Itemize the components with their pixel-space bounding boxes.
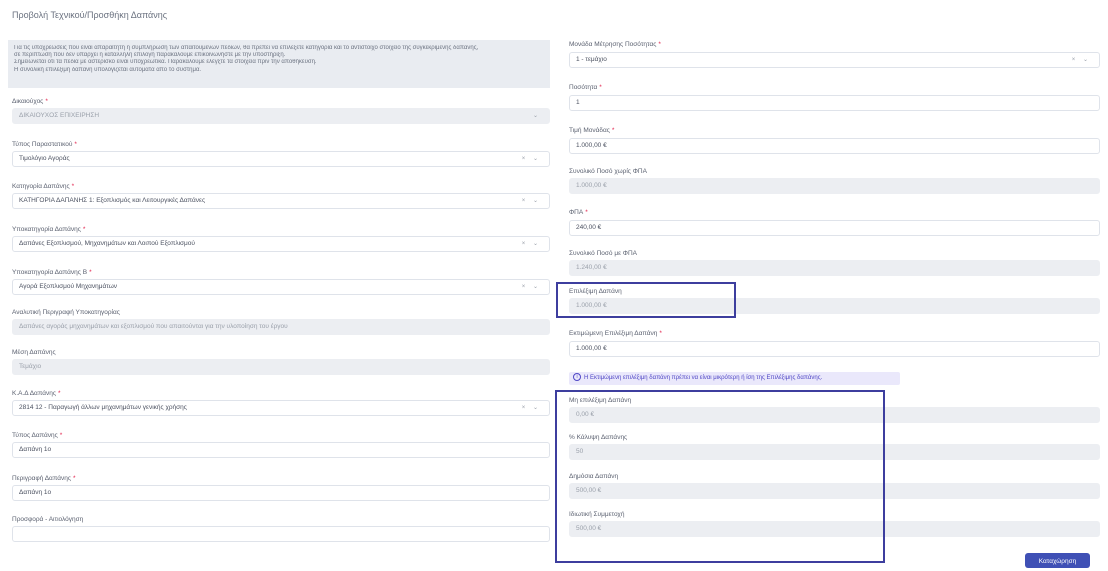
total-without-vat-field: 1.000,00 € bbox=[569, 178, 1100, 194]
clear-chevron-icon[interactable]: × ⌄ bbox=[522, 152, 541, 166]
expense-type-input[interactable]: Δαπάνη 1ο bbox=[12, 442, 550, 458]
document-type-label: Τύπος Παραστατικού * bbox=[12, 141, 77, 148]
notice-line: Η συνολική επιλέξιμη δαπάνη υπολογίζεται… bbox=[14, 66, 202, 73]
expense-unit-field: Τεμάχιο bbox=[12, 359, 550, 375]
unit-of-measure-label: Μονάδα Μέτρησης Ποσότητας * bbox=[569, 41, 661, 48]
document-type-select[interactable]: Τιμολόγιο Αγοράς × ⌄ bbox=[12, 151, 550, 167]
public-expense-field: 500,00 € bbox=[569, 483, 1100, 499]
kad-label: Κ.Α.Δ Δαπάνης * bbox=[12, 390, 61, 397]
coverage-percent-label: % Κάλυψη Δαπάνης bbox=[569, 434, 628, 441]
subcategory-description-field: Δαπάνες αγοράς μηχανημάτων και εξοπλισμο… bbox=[12, 319, 550, 335]
expense-description-input[interactable]: Δαπάνη 1ο bbox=[12, 485, 550, 501]
expense-subcategory-label: Υποκατηγορία Δαπάνης * bbox=[12, 226, 86, 233]
beneficiary-field: ΔΙΚΑΙΟΥΧΟΣ ΕΠΙΧΕΙΡΗΣΗ ⌄ bbox=[12, 108, 550, 124]
clear-chevron-icon[interactable]: × ⌄ bbox=[522, 237, 541, 251]
unit-price-input[interactable]: 1.000,00 € bbox=[569, 138, 1100, 154]
total-with-vat-label: Συνολικό Ποσό με ΦΠΑ bbox=[569, 250, 638, 257]
coverage-percent-field: 50 bbox=[569, 444, 1100, 460]
info-icon: i bbox=[573, 373, 581, 382]
non-eligible-label: Μη επιλέξιμη Δαπάνη bbox=[569, 397, 632, 404]
kad-select[interactable]: 2814 12 - Παραγωγή άλλων μηχανημάτων γεν… bbox=[12, 400, 550, 416]
total-without-vat-label: Συνολικό Ποσό χωρίς ΦΠΑ bbox=[569, 168, 647, 175]
eligible-expense-label: Επιλέξιμη Δαπάνη bbox=[569, 288, 622, 295]
clear-chevron-icon[interactable]: × ⌄ bbox=[1072, 53, 1091, 67]
expense-unit-label: Μέση Δαπάνης bbox=[12, 349, 56, 356]
vat-input[interactable]: 240,00 € bbox=[569, 220, 1100, 236]
subcategory-description-label: Αναλυτική Περιγραφή Υποκατηγορίας bbox=[12, 309, 120, 316]
notice-line: σε περίπτωση που δεν υπάρχει η κατάλληλη… bbox=[14, 52, 286, 59]
offer-justification-input[interactable] bbox=[12, 526, 550, 542]
notice-line: Για τις υποχρεώσεις που είναι απαραίτητη… bbox=[14, 45, 479, 51]
clear-chevron-icon[interactable]: × ⌄ bbox=[522, 401, 541, 415]
expense-subcategory-b-select[interactable]: Αγορά Εξοπλισμού Μηχανημάτων × ⌄ bbox=[12, 279, 550, 295]
expense-category-label: Κατηγορία Δαπάνης * bbox=[12, 183, 75, 190]
clear-chevron-icon[interactable]: × ⌄ bbox=[522, 280, 541, 294]
total-with-vat-field: 1.240,00 € bbox=[569, 260, 1100, 276]
private-contribution-label: Ιδιωτική Συμμετοχή bbox=[569, 511, 625, 518]
save-button[interactable]: Καταχώρηση bbox=[1025, 553, 1090, 568]
clear-chevron-icon[interactable]: × ⌄ bbox=[522, 194, 541, 208]
quantity-label: Ποσότητα * bbox=[569, 84, 602, 91]
expense-description-label: Περιγραφή Δαπάνης * bbox=[12, 475, 76, 482]
estimated-eligible-label: Εκτιμώμενη Επιλέξιμη Δαπάνη * bbox=[569, 330, 662, 337]
estimated-eligible-input[interactable]: 1.000,00 € bbox=[569, 341, 1100, 357]
expense-subcategory-b-label: Υποκατηγορία Δαπάνης Β * bbox=[12, 269, 92, 276]
unit-price-label: Τιμή Μονάδας * bbox=[569, 127, 615, 134]
public-expense-label: Δημόσια Δαπάνη bbox=[569, 473, 619, 480]
beneficiary-label: Δικαιούχος * bbox=[12, 98, 48, 105]
non-eligible-field: 0,00 € bbox=[569, 407, 1100, 423]
eligibility-info-banner: iΗ Εκτιμώμενη επιλέξιμη δαπάνη πρέπει να… bbox=[569, 372, 900, 385]
expense-subcategory-select[interactable]: Δαπάνες Εξοπλισμού, Μηχανημάτων και Λοιπ… bbox=[12, 236, 550, 252]
chevron-down-icon: ⌄ bbox=[532, 113, 541, 119]
vat-label: ΦΠΑ * bbox=[569, 209, 588, 216]
page-title: Προβολή Τεχνικού/Προσθήκη Δαπάνης bbox=[12, 10, 168, 20]
offer-justification-label: Προσφορά - Αιτιολόγηση bbox=[12, 516, 84, 523]
info-notice: Για τις υποχρεώσεις που είναι απαραίτητη… bbox=[8, 40, 550, 88]
expense-category-select[interactable]: ΚΑΤΗΓΟΡΙΑ ΔΑΠΑΝΗΣ 1: Εξοπλισμός και Λειτ… bbox=[12, 193, 550, 209]
quantity-input[interactable]: 1 bbox=[569, 95, 1100, 111]
unit-of-measure-select[interactable]: 1 - τεμάχιο × ⌄ bbox=[569, 52, 1100, 68]
notice-line: Σημειώνεται ότι τα πεδία με αστερίσκο εί… bbox=[14, 59, 317, 66]
expense-type-label: Τύπος Δαπάνης * bbox=[12, 432, 63, 439]
private-contribution-field: 500,00 € bbox=[569, 521, 1100, 537]
eligible-expense-field: 1.000,00 € bbox=[569, 298, 1100, 314]
